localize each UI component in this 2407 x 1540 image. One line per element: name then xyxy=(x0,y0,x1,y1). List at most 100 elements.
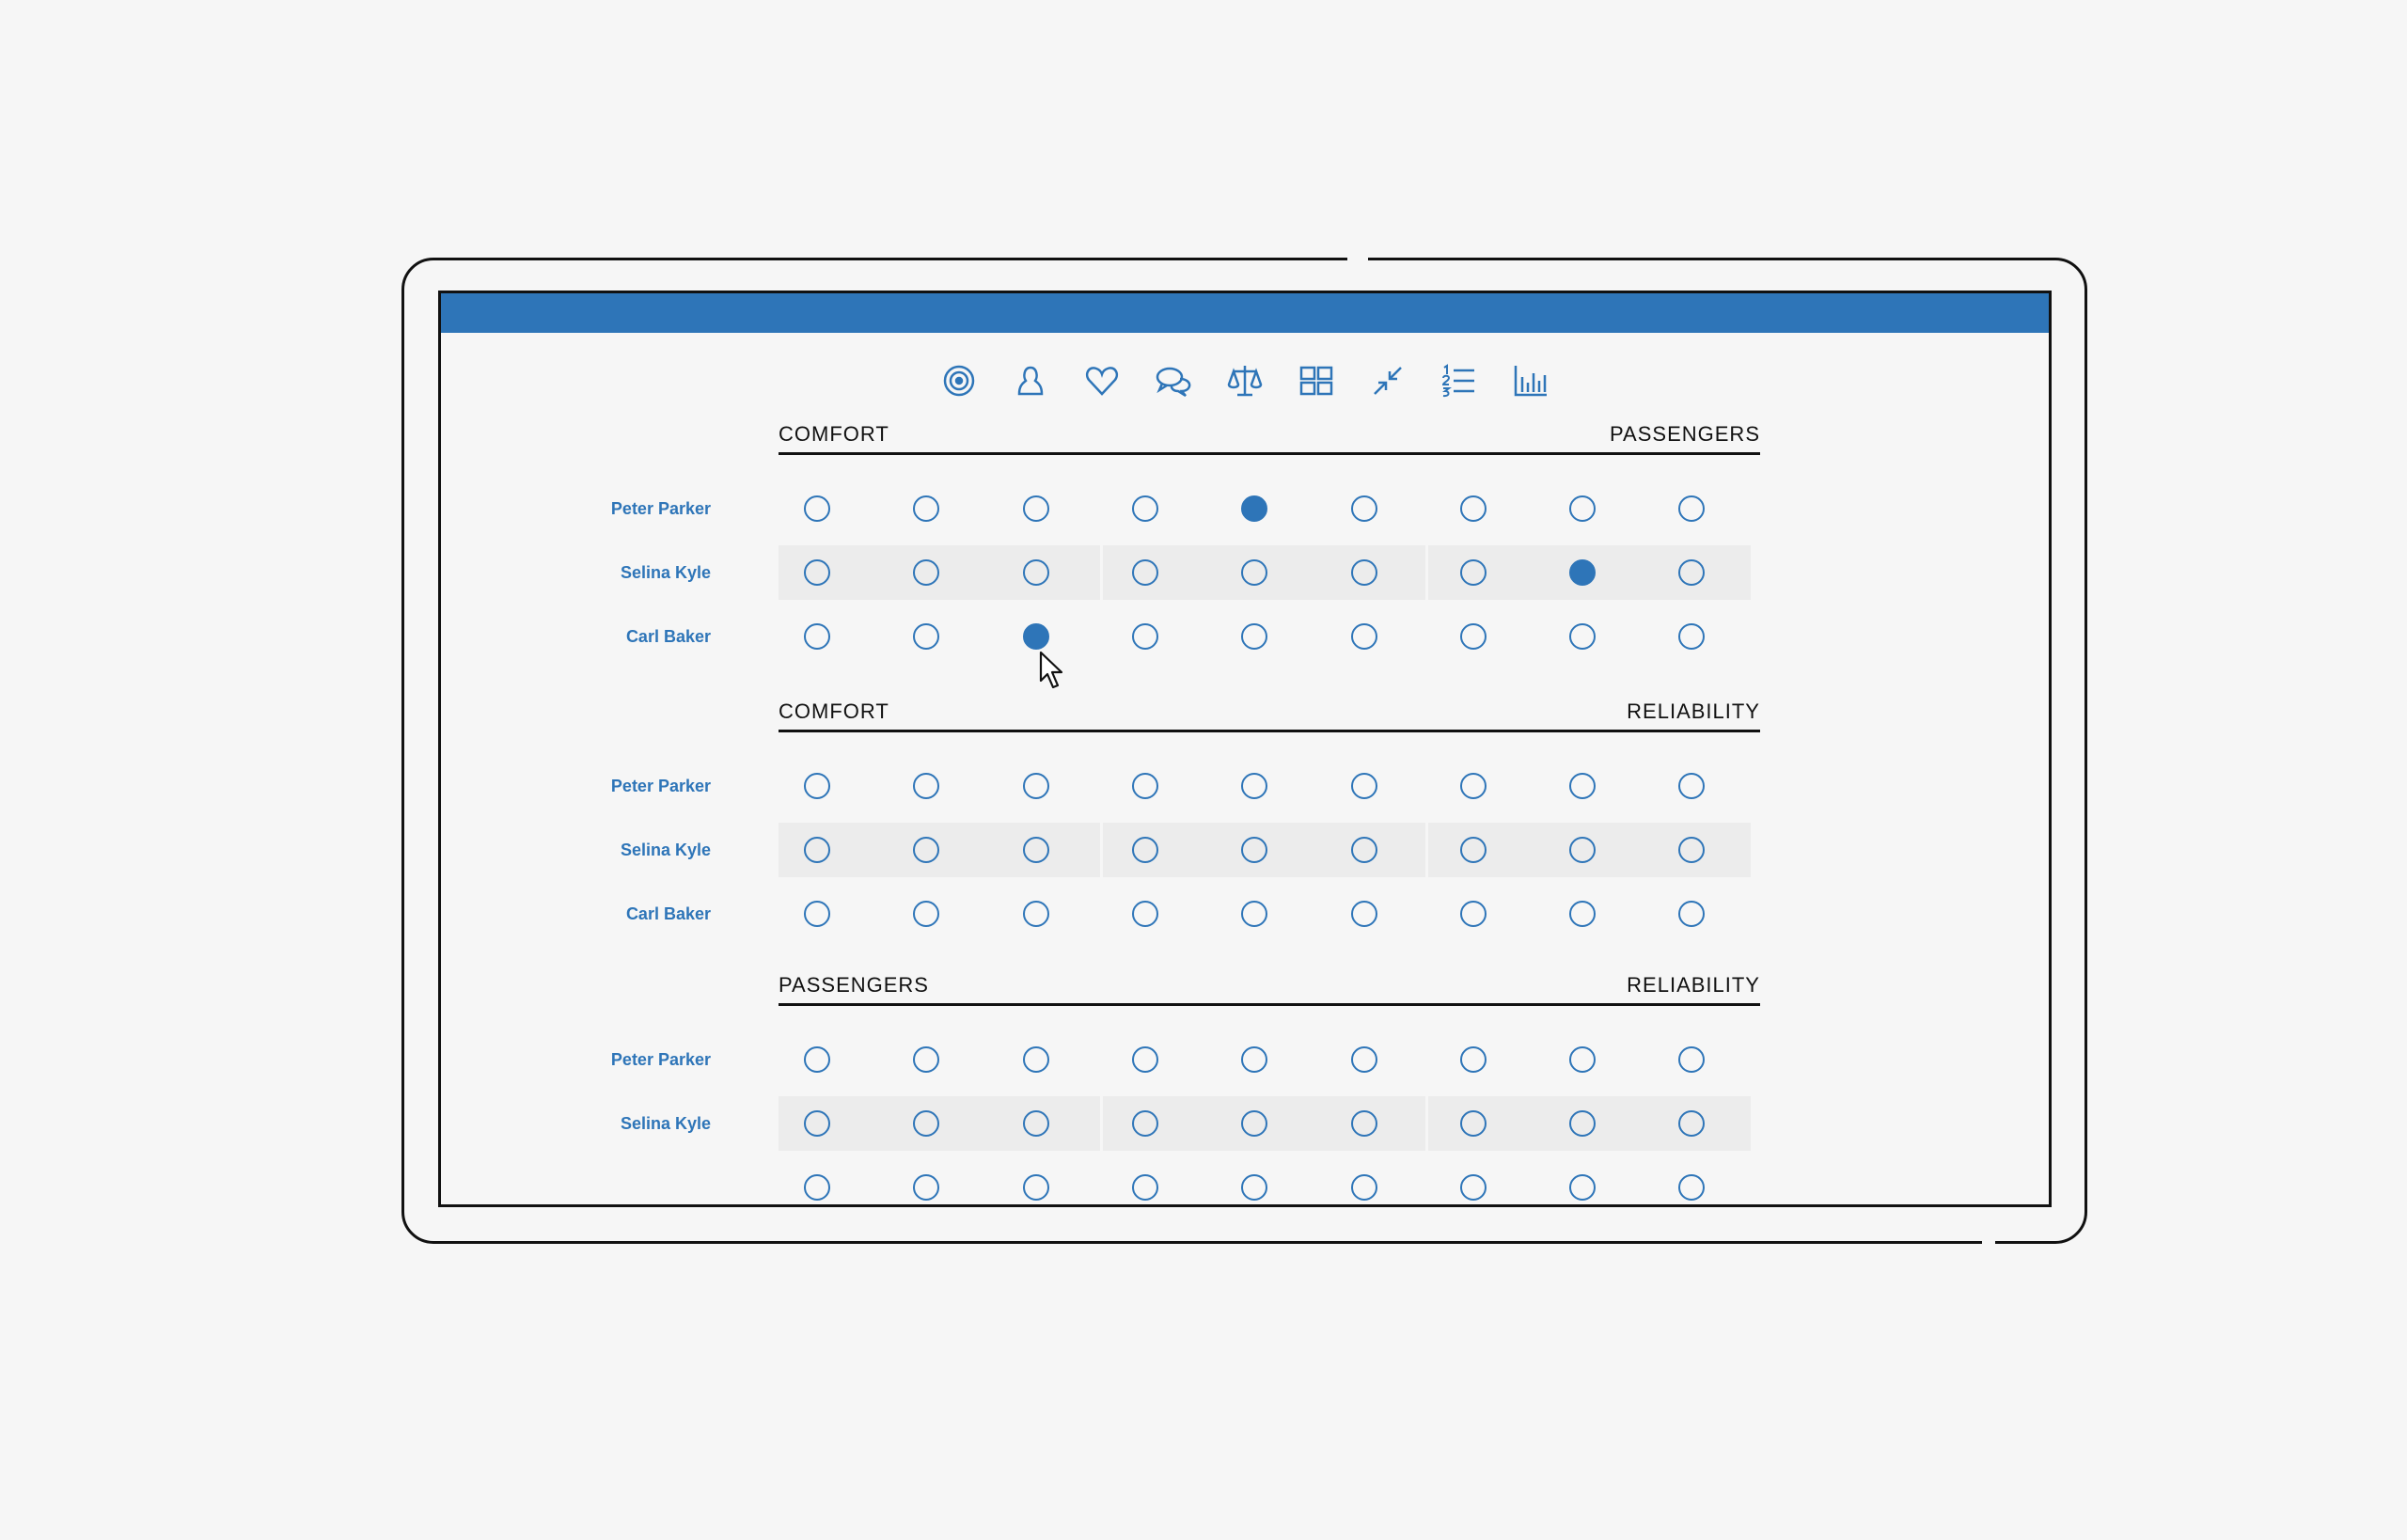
rating-radio-6[interactable] xyxy=(1350,1046,1377,1073)
rating-radio-2[interactable] xyxy=(913,901,940,927)
rating-radio-2[interactable] xyxy=(913,773,940,799)
row-label: Peter Parker xyxy=(610,1050,711,1069)
rating-radio-5[interactable] xyxy=(1241,623,1268,650)
rating-radio-9[interactable] xyxy=(1678,1046,1706,1073)
chat-bubbles-icon[interactable] xyxy=(1150,357,1197,404)
rating-radio-4[interactable] xyxy=(1131,623,1158,650)
rating-radio-8[interactable] xyxy=(1569,1174,1597,1201)
rating-radio-7[interactable] xyxy=(1459,773,1487,799)
rating-radio-7[interactable] xyxy=(1459,623,1487,650)
rating-radio-1[interactable] xyxy=(804,1046,830,1073)
rating-radio-1[interactable] xyxy=(804,495,830,522)
rating-radio-4[interactable] xyxy=(1131,901,1158,927)
rating-radio-5[interactable] xyxy=(1241,901,1268,927)
rating-radio-3[interactable] xyxy=(1022,1046,1049,1073)
section-header: COMFORT RELIABILITY xyxy=(779,691,1760,732)
heart-icon[interactable] xyxy=(1078,357,1125,404)
rating-radio-3[interactable] xyxy=(1022,1174,1049,1201)
rating-radio-7[interactable] xyxy=(1459,495,1487,522)
rating-radio-8[interactable] xyxy=(1569,1046,1597,1073)
rating-radio-8[interactable] xyxy=(1569,1110,1597,1137)
rating-radio-4[interactable] xyxy=(1131,1174,1158,1201)
section-left-label: COMFORT xyxy=(779,699,889,723)
rating-radio-6[interactable] xyxy=(1350,901,1377,927)
row-label: Selina Kyle xyxy=(620,1114,711,1133)
rating-radio-6[interactable] xyxy=(1350,623,1377,650)
rating-row: Carl Baker xyxy=(441,609,2049,664)
rating-radio-1[interactable] xyxy=(804,773,830,799)
rating-radio-6[interactable] xyxy=(1350,495,1377,522)
rating-radio-6[interactable] xyxy=(1350,773,1377,799)
rating-radio-7[interactable] xyxy=(1459,1174,1487,1201)
rating-radio-5[interactable] xyxy=(1241,1046,1268,1073)
row-label: Peter Parker xyxy=(610,499,711,518)
numbered-list-icon[interactable] xyxy=(1436,357,1483,404)
rating-radio-4[interactable] xyxy=(1131,559,1158,586)
rating-radio-1[interactable] xyxy=(804,559,830,586)
rating-radio-3[interactable] xyxy=(1022,901,1049,927)
rating-radio-6[interactable] xyxy=(1350,1110,1377,1137)
rating-radio-1[interactable] xyxy=(804,1174,830,1201)
rating-radio-6[interactable] xyxy=(1350,1174,1377,1201)
compress-icon[interactable] xyxy=(1364,357,1411,404)
rating-radio-2[interactable] xyxy=(913,1174,940,1201)
rating-radio-1[interactable] xyxy=(804,1110,830,1137)
rating-radio-6[interactable] xyxy=(1350,559,1377,586)
rating-radio-7[interactable] xyxy=(1459,559,1487,586)
target-icon[interactable] xyxy=(936,357,983,404)
rating-radio-8[interactable] xyxy=(1569,773,1597,799)
row-label: Carl Baker xyxy=(625,904,711,923)
rating-radio-5[interactable] xyxy=(1241,1174,1268,1201)
rating-radio-5[interactable] xyxy=(1241,495,1268,522)
grid-icon[interactable] xyxy=(1293,357,1340,404)
rating-radio-1[interactable] xyxy=(804,837,830,863)
rating-radio-9[interactable] xyxy=(1678,773,1706,799)
rating-radio-4[interactable] xyxy=(1131,773,1158,799)
rating-radio-3[interactable] xyxy=(1022,559,1049,586)
rating-radio-5[interactable] xyxy=(1241,837,1268,863)
rating-radio-4[interactable] xyxy=(1131,1046,1158,1073)
rating-row: Peter Parker xyxy=(441,1032,2049,1087)
row-label: Selina Kyle xyxy=(620,563,711,582)
bar-chart-icon[interactable] xyxy=(1507,357,1554,404)
rating-radio-8[interactable] xyxy=(1569,623,1597,650)
rating-radio-4[interactable] xyxy=(1131,1110,1158,1137)
rating-radio-7[interactable] xyxy=(1459,1110,1487,1137)
rating-radio-5[interactable] xyxy=(1241,773,1268,799)
title-bar xyxy=(441,293,2049,333)
rating-row: Peter Parker xyxy=(441,759,2049,813)
rating-radio-1[interactable] xyxy=(804,901,830,927)
rating-radio-2[interactable] xyxy=(913,623,940,650)
rating-radio-8[interactable] xyxy=(1569,837,1597,863)
rating-radio-8[interactable] xyxy=(1569,901,1597,927)
rating-radio-7[interactable] xyxy=(1459,837,1487,863)
rating-radio-9[interactable] xyxy=(1678,623,1706,650)
section-right-label: PASSENGERS xyxy=(1610,422,1760,446)
rating-radio-3[interactable] xyxy=(1022,623,1049,650)
rating-radio-9[interactable] xyxy=(1678,495,1706,522)
rating-radio-7[interactable] xyxy=(1459,1046,1487,1073)
rating-radio-3[interactable] xyxy=(1022,495,1049,522)
rating-radio-8[interactable] xyxy=(1569,495,1597,522)
rating-radio-4[interactable] xyxy=(1131,495,1158,522)
rating-radio-3[interactable] xyxy=(1022,1110,1049,1137)
rating-radio-2[interactable] xyxy=(913,495,940,522)
rating-radio-3[interactable] xyxy=(1022,837,1049,863)
rating-radio-9[interactable] xyxy=(1678,901,1706,927)
frame-sketch-gap xyxy=(1347,252,1368,265)
rating-radio-3[interactable] xyxy=(1022,773,1049,799)
rating-radio-5[interactable] xyxy=(1241,559,1268,586)
section-right-label: RELIABILITY xyxy=(1627,699,1760,723)
rating-radio-4[interactable] xyxy=(1131,837,1158,863)
person-icon[interactable] xyxy=(1007,357,1054,404)
rating-radio-9[interactable] xyxy=(1678,1174,1706,1201)
rating-row: Carl Baker xyxy=(441,887,2049,941)
rating-row: Selina Kyle xyxy=(441,1096,2049,1151)
balance-scale-icon[interactable] xyxy=(1221,357,1268,404)
rating-radio-6[interactable] xyxy=(1350,837,1377,863)
rating-radio-5[interactable] xyxy=(1241,1110,1268,1137)
rating-radio-8[interactable] xyxy=(1569,559,1597,586)
rating-radio-7[interactable] xyxy=(1459,901,1487,927)
rating-radio-2[interactable] xyxy=(913,1046,940,1073)
rating-radio-1[interactable] xyxy=(804,623,830,650)
